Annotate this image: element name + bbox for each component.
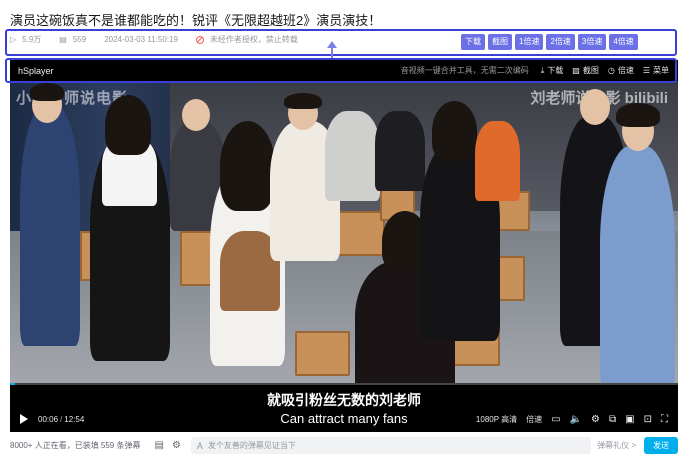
screenshot-button[interactable]: 截图 bbox=[488, 34, 512, 50]
quality-selector[interactable]: 1080P 高清 bbox=[476, 414, 517, 425]
duration: 12:54 bbox=[64, 414, 85, 424]
danmaku-toggle-icon[interactable]: ▤ bbox=[154, 440, 163, 451]
danmaku-count-icon: ▤ bbox=[59, 35, 67, 44]
player-brand: hSplayer bbox=[18, 65, 54, 76]
speed-1x-button[interactable]: 1倍速 bbox=[515, 34, 544, 50]
toolbar-tip[interactable]: 音视频一键合并工具，无需二次编码 bbox=[401, 65, 529, 76]
menu-icon: ☰ bbox=[642, 66, 650, 75]
player-menu-button[interactable]: ☰ 菜单 bbox=[643, 65, 669, 76]
danmaku-settings-icon[interactable]: ⚙ bbox=[172, 440, 181, 451]
pip-icon[interactable]: ⧉ bbox=[609, 414, 616, 425]
player-screenshot-button[interactable]: ▨ 截图 bbox=[572, 65, 599, 76]
play-count-icon: ▷ bbox=[10, 35, 17, 44]
player-controls: 00:06 / 12:54 1080P 高清 倍速 ▭ 🔈 ⚙ ⧉ ▣ ⊡ ⛶ bbox=[10, 406, 678, 432]
fullscreen-icon[interactable]: ⛶ bbox=[661, 414, 668, 425]
annotation-arrow-head bbox=[327, 41, 337, 48]
speed-2x-button[interactable]: 2倍速 bbox=[546, 34, 575, 50]
image-icon: ▨ bbox=[572, 66, 580, 75]
current-time: 00:06 bbox=[38, 414, 59, 424]
danmaku-placeholder: 发个友善的弹幕见证当下 bbox=[207, 441, 296, 450]
speed-icon: ◷ bbox=[607, 66, 615, 75]
video-frame[interactable]: 小刘老师说电影 刘老师说电影 bilibili bbox=[10, 81, 678, 383]
publish-time: 2024-03-03 11:50:19 bbox=[104, 35, 178, 44]
download-icon: ⤓ bbox=[540, 65, 545, 75]
player-speed-button[interactable]: ◷ 倍速 bbox=[608, 65, 634, 76]
player-toolbar: hSplayer 音视频一键合并工具，无需二次编码 ⤓ 下载 ▨ 截图 ◷ 倍速… bbox=[10, 60, 678, 81]
volume-icon[interactable]: 🔈 bbox=[570, 414, 582, 425]
danmaku-etiquette-link[interactable]: 弹幕礼仪 > bbox=[597, 440, 636, 451]
widescreen-icon[interactable]: ▣ bbox=[625, 414, 634, 425]
download-button[interactable]: 下载 bbox=[461, 34, 485, 50]
settings-icon[interactable]: ⚙ bbox=[591, 414, 600, 425]
font-style-icon[interactable]: A bbox=[197, 441, 203, 451]
progress-bar[interactable] bbox=[10, 383, 678, 385]
video-player[interactable]: hSplayer 音视频一键合并工具，无需二次编码 ⤓ 下载 ▨ 截图 ◷ 倍速… bbox=[10, 60, 678, 432]
subtitle-icon[interactable]: ▭ bbox=[551, 414, 560, 425]
video-meta: ▷ 5.9万 ▤ 559 2024-03-03 11:50:19 未经作者授权，… bbox=[10, 34, 298, 45]
send-button[interactable]: 发送 bbox=[644, 437, 678, 454]
view-count: 5.9万 bbox=[22, 35, 42, 44]
player-download-button[interactable]: ⤓ 下载 bbox=[541, 65, 564, 76]
copyright-notice: 未经作者授权，禁止转载 bbox=[209, 35, 298, 44]
viewer-count: 8000+ 人正在看，已装填 559 条弹幕 bbox=[10, 441, 141, 450]
video-title: 演员这碗饭真不是谁都能吃的！锐评《无限超越班2》演员演技！ bbox=[10, 13, 382, 28]
progress-fill bbox=[10, 383, 16, 385]
quick-action-buttons: 下载 截图 1倍速 2倍速 3倍速 4倍速 bbox=[461, 34, 638, 50]
web-fullscreen-icon[interactable]: ⊡ bbox=[644, 414, 652, 425]
no-reprint-icon bbox=[195, 35, 204, 44]
danmaku-input[interactable]: A 发个友善的弹幕见证当下 bbox=[190, 437, 591, 454]
speed-selector[interactable]: 倍速 bbox=[526, 414, 542, 425]
danmaku-bar: 8000+ 人正在看，已装填 559 条弹幕 ▤ ⚙ A 发个友善的弹幕见证当下… bbox=[10, 436, 678, 455]
play-icon[interactable] bbox=[20, 414, 28, 424]
speed-3x-button[interactable]: 3倍速 bbox=[577, 34, 607, 50]
speed-4x-button[interactable]: 4倍速 bbox=[609, 34, 638, 50]
danmaku-count: 559 bbox=[72, 35, 87, 44]
